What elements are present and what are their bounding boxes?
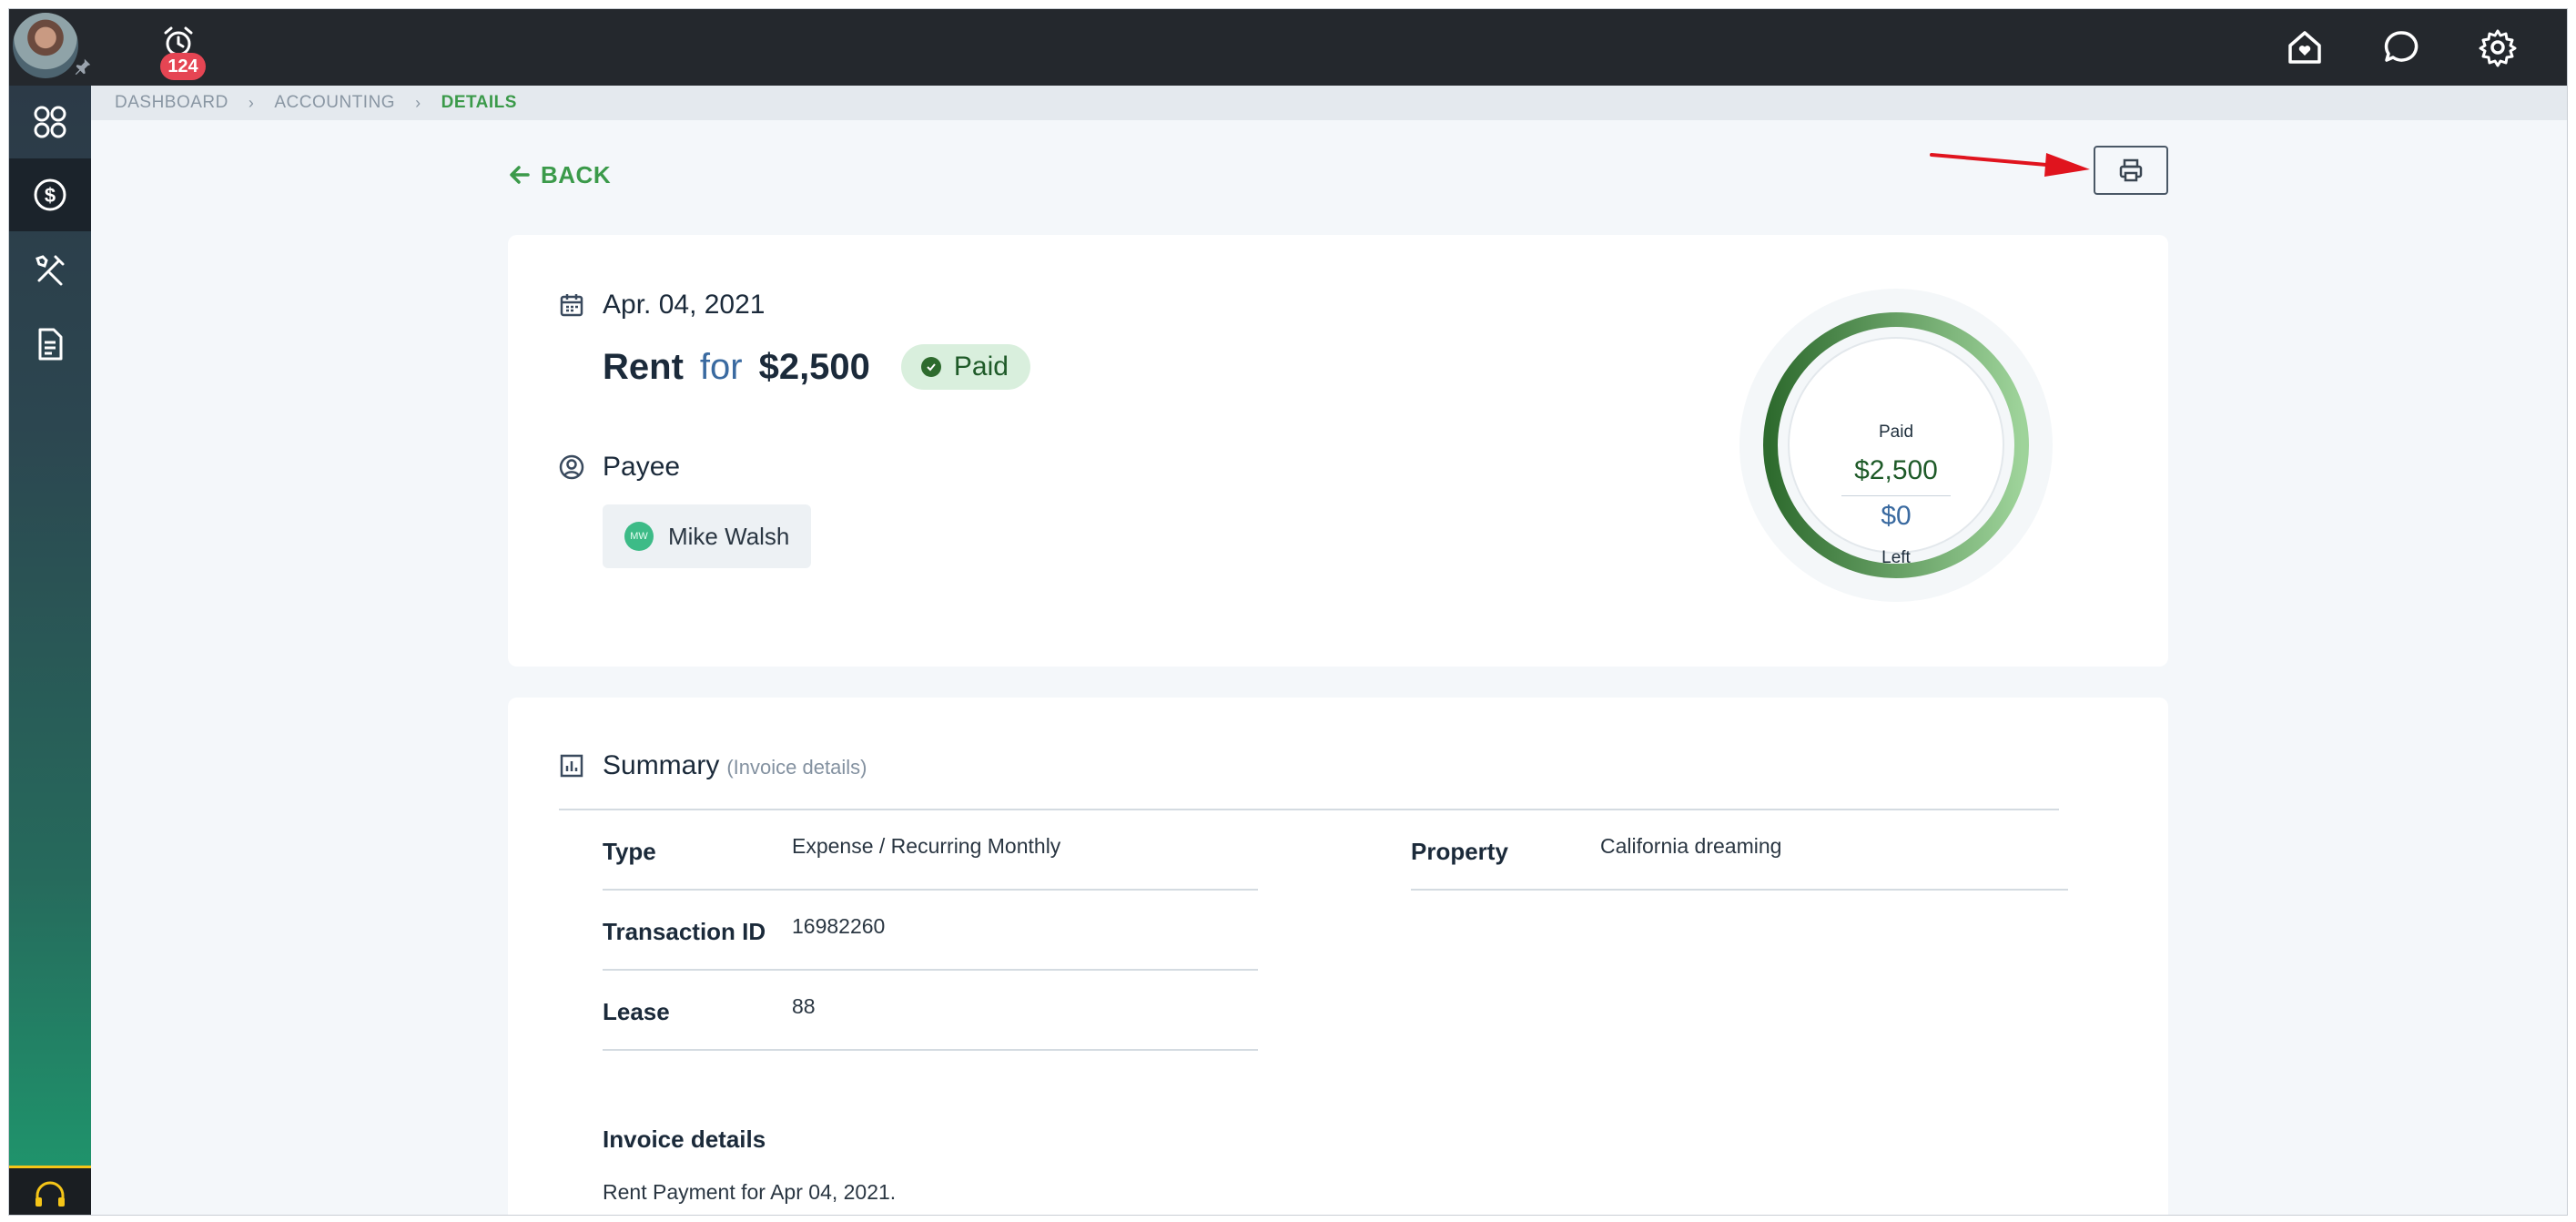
breadcrumb-details: DETAILS xyxy=(441,93,517,112)
field-lease: Lease 88 xyxy=(603,971,1258,1051)
property-value: California dreaming xyxy=(1600,834,1782,858)
dollar-icon: $ xyxy=(34,178,66,211)
sidebar-item-dashboard[interactable] xyxy=(9,86,91,158)
progress-divider xyxy=(1841,495,1951,496)
calendar-icon xyxy=(560,294,583,317)
sidebar-item-accounting[interactable]: $ xyxy=(9,158,91,231)
paid-label: Paid xyxy=(1878,423,1914,442)
payee-label: Payee xyxy=(603,452,681,482)
payee-header: Payee xyxy=(559,452,680,483)
left-label: Left xyxy=(1881,548,1911,567)
notification-badge: 124 xyxy=(160,53,206,80)
status-text: Paid xyxy=(953,351,1009,382)
field-property: Property California dreaming xyxy=(1411,810,2068,891)
dashboard-icon xyxy=(34,106,66,138)
back-label: BACK xyxy=(541,160,612,188)
tools-icon xyxy=(35,255,65,286)
chevron-right-icon: › xyxy=(248,93,255,112)
annotation-arrow xyxy=(1930,153,2090,177)
svg-text:$: $ xyxy=(45,184,56,207)
invoice-details-heading: Invoice details xyxy=(603,1125,766,1153)
gear-icon[interactable] xyxy=(2478,27,2518,67)
lease-value: 88 xyxy=(792,994,816,1018)
status-badge: Paid xyxy=(900,344,1030,390)
field-transaction-id: Transaction ID 16982260 xyxy=(603,891,1258,971)
print-button[interactable] xyxy=(2094,146,2168,195)
transaction-id-value: 16982260 xyxy=(792,914,886,938)
summary-title: Summary xyxy=(603,750,720,780)
printer-icon xyxy=(2119,158,2143,182)
user-avatar[interactable] xyxy=(13,13,78,78)
invoice-details-text: Rent Payment for Apr 04, 2021. xyxy=(603,1180,897,1204)
summary-card: Summary (Invoice details) Type Expense /… xyxy=(508,698,2168,1215)
date-row: Apr. 04, 2021 xyxy=(559,290,765,321)
check-circle-icon xyxy=(920,357,941,377)
pin-icon[interactable] xyxy=(73,56,93,76)
paid-amount: $2,500 xyxy=(1854,455,1938,485)
sidebar: $ xyxy=(9,86,91,1215)
lease-label: Lease xyxy=(603,998,670,1025)
field-type: Type Expense / Recurring Monthly xyxy=(603,810,1258,891)
chat-icon[interactable] xyxy=(2381,27,2421,67)
sidebar-item-maintenance[interactable] xyxy=(9,233,91,306)
transaction-amount: $2,500 xyxy=(758,346,870,387)
back-button[interactable]: BACK xyxy=(508,157,611,193)
left-amount: $0 xyxy=(1881,501,1912,531)
app-window: 124 $ DASHBOARD › ACCOUNTING › DETAILS B… xyxy=(9,9,2567,1215)
chevron-right-icon: › xyxy=(415,93,421,112)
alarm-notifications[interactable]: 124 xyxy=(157,24,211,80)
payee-name: Mike Walsh xyxy=(668,522,790,550)
home-heart-icon[interactable] xyxy=(2285,27,2325,67)
document-icon xyxy=(38,328,63,361)
top-bar: 124 xyxy=(9,9,2567,86)
bar-chart-icon xyxy=(560,754,583,778)
sidebar-item-documents[interactable] xyxy=(9,308,91,381)
breadcrumb-dashboard[interactable]: DASHBOARD xyxy=(115,93,228,113)
breadcrumb: DASHBOARD › ACCOUNTING › DETAILS xyxy=(91,86,2567,120)
type-label: Type xyxy=(603,838,656,865)
transaction-id-label: Transaction ID xyxy=(603,918,766,945)
breadcrumb-accounting[interactable]: ACCOUNTING xyxy=(274,93,395,113)
progress-labels: Paid $2,500 $0 Left xyxy=(1737,286,2055,605)
arrow-left-icon xyxy=(510,166,530,184)
headset-icon xyxy=(35,1181,65,1207)
for-word: for xyxy=(699,346,743,387)
transaction-title: Rent for $2,500 Paid xyxy=(603,344,1030,390)
property-label: Property xyxy=(1411,838,1508,865)
transaction-card: Apr. 04, 2021 Rent for $2,500 Paid Payee… xyxy=(508,235,2168,667)
payee-chip[interactable]: MW Mike Walsh xyxy=(603,504,812,568)
summary-header: Summary (Invoice details) xyxy=(559,750,867,781)
support-button[interactable] xyxy=(9,1166,91,1215)
transaction-date: Apr. 04, 2021 xyxy=(603,290,766,320)
type-value: Expense / Recurring Monthly xyxy=(792,834,1061,858)
payee-avatar: MW xyxy=(624,522,654,551)
transaction-category: Rent xyxy=(603,346,684,387)
user-circle-icon xyxy=(559,454,584,480)
summary-subtitle: (Invoice details) xyxy=(726,756,867,779)
